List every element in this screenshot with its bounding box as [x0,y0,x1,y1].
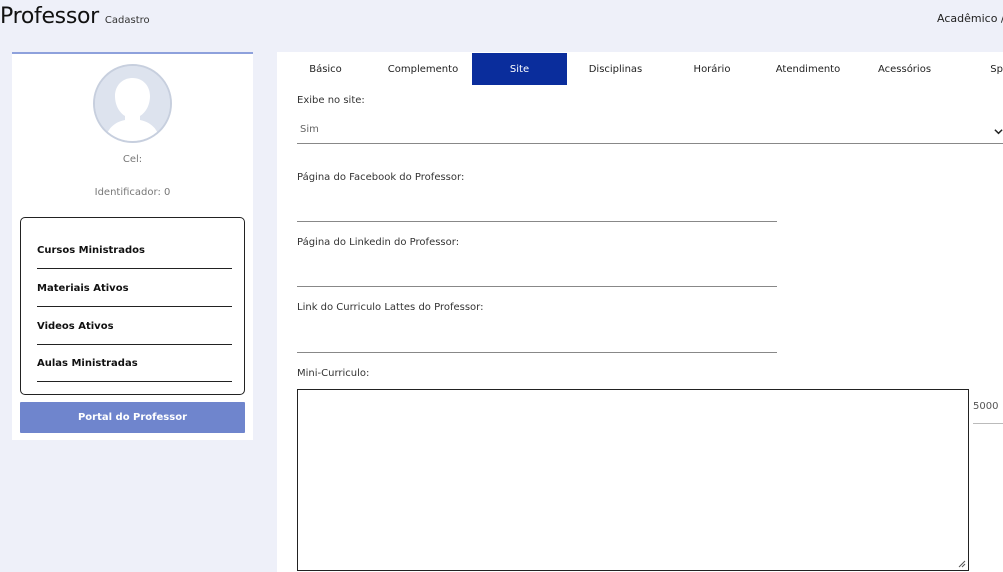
exibe-site-select[interactable]: Sim [297,118,1003,144]
facebook-input[interactable] [297,200,777,222]
tab-disciplinas[interactable]: Disciplinas [567,53,664,85]
resize-handle-icon[interactable] [958,560,966,568]
linkedin-label: Página do Linkedin do Professor: [297,237,460,248]
exibe-site-value: Sim [300,124,319,135]
mini-curriculo-textarea[interactable] [297,389,969,571]
exibe-site-label: Exibe no site: [297,95,365,106]
char-counter: 5000 [973,401,1003,424]
tab-bar: Básico Complemento Site Disciplinas Horá… [277,53,1003,85]
portal-professor-button[interactable]: Portal do Professor [20,402,245,433]
tab-sp[interactable]: Sp [953,53,1003,85]
user-silhouette-icon [95,66,170,141]
page-title: Professor [0,4,99,29]
lattes-label: Link do Curriculo Lattes do Professor: [297,302,484,313]
tab-complemento[interactable]: Complemento [374,53,472,85]
stat-videos-ativos[interactable]: Videos Ativos [37,307,232,345]
tab-horario[interactable]: Horário [664,53,760,85]
main-panel: Básico Complemento Site Disciplinas Horá… [277,52,1003,572]
tab-site[interactable]: Site [472,53,567,85]
chevron-down-icon [994,129,1003,135]
page-subtitle: Cadastro [104,15,150,26]
profile-card: Cel: Identificador: 0 Cursos Ministrados… [12,52,253,440]
cel-label: Cel: [122,154,143,165]
stat-materiais-ativos[interactable]: Materiais Ativos [37,269,232,307]
tab-basico[interactable]: Básico [277,53,374,85]
linkedin-input[interactable] [297,265,777,287]
avatar[interactable] [93,64,172,143]
breadcrumb[interactable]: Acadêmico / [937,12,1003,25]
facebook-label: Página do Facebook do Professor: [297,172,465,183]
stat-cursos-ministrados[interactable]: Cursos Ministrados [37,231,232,269]
stat-aulas-ministradas[interactable]: Aulas Ministradas [37,344,232,382]
lattes-input[interactable] [297,331,777,353]
page-header: Professor Cadastro [0,4,150,34]
tab-atendimento[interactable]: Atendimento [760,53,856,85]
stats-box: Cursos Ministrados Materiais Ativos Vide… [20,217,245,395]
tab-acessorios[interactable]: Acessórios [856,53,953,85]
mini-curriculo-label: Mini-Curriculo: [297,368,370,379]
identifier-label: Identificador: 0 [94,187,171,198]
